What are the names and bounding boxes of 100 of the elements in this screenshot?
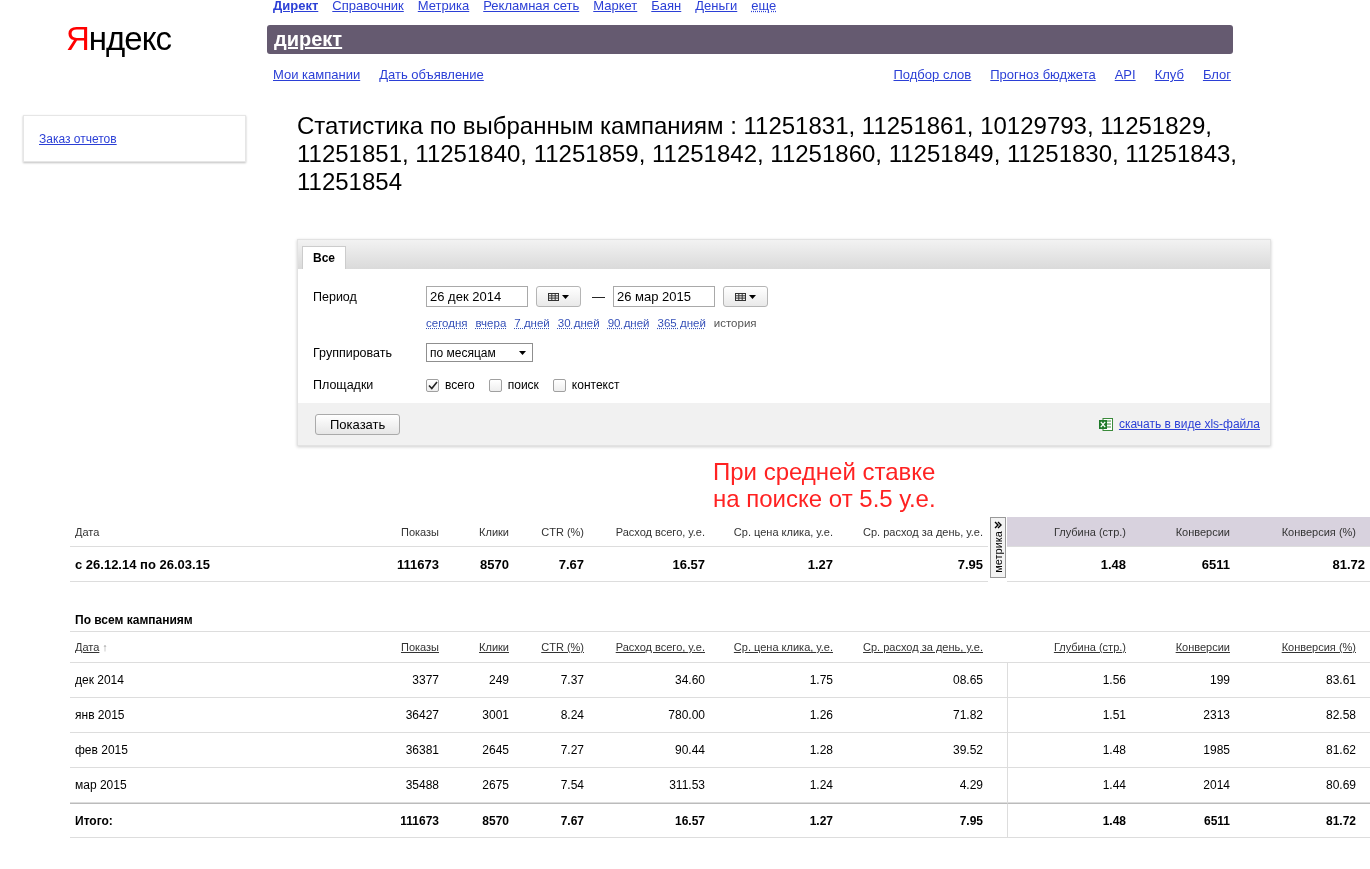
table-cell: фев 2015 <box>70 733 380 768</box>
table-cell: 1.48 <box>1007 733 1131 768</box>
table-cell: 35488 <box>380 768 444 803</box>
table-cell: 2675 <box>444 768 514 803</box>
column-header: Расход всего, у.е. <box>589 517 710 547</box>
column-header-link[interactable]: Клики <box>479 641 509 653</box>
period-link[interactable]: 365 дней <box>657 316 706 330</box>
nav-link[interactable]: Справочник <box>332 0 404 11</box>
section-title: По всем кампаниям <box>74 612 193 628</box>
table-cell: дек 2014 <box>70 663 380 698</box>
period-label: история <box>713 316 757 330</box>
logo[interactable]: Яндекс <box>0 0 267 83</box>
caret-icon <box>749 294 756 299</box>
menu-link[interactable]: Дать объявление <box>379 67 484 83</box>
column-header: Дата <box>70 517 380 547</box>
annotation-text: При средней ставке на поиске от 5.5 у.е. <box>713 458 936 512</box>
menu-link[interactable]: Прогноз бюджета <box>990 67 1096 83</box>
table-cell: 81.72 <box>1235 547 1370 582</box>
table-cell: 80.69 <box>1235 768 1370 803</box>
table-cell: 82.58 <box>1235 698 1370 733</box>
table-cell: 36427 <box>380 698 444 733</box>
nav-link[interactable]: Баян <box>651 0 682 11</box>
nav-link[interactable]: Рекламная сеть <box>483 0 580 11</box>
table-cell: Итого: <box>70 803 380 838</box>
menu-link[interactable]: API <box>1114 67 1136 83</box>
column-header-link[interactable]: Глубина (стр.) <box>1053 641 1126 653</box>
column-header: Глубина (стр.) <box>1007 517 1131 547</box>
nav-link[interactable]: Деньги <box>695 0 738 11</box>
table-cell: 71.82 <box>838 698 1007 733</box>
table-cell: 1.24 <box>710 768 838 803</box>
menu-link[interactable]: Подбор слов <box>893 67 972 83</box>
checkbox[interactable] <box>552 378 566 392</box>
tab[interactable]: Все <box>302 246 346 269</box>
column-header: Конверсии <box>1131 517 1235 547</box>
date-input-field[interactable]: 26 дек 2014 <box>426 286 528 307</box>
period-link[interactable]: 7 дней <box>514 316 550 330</box>
table-cell: 2014 <box>1131 768 1235 803</box>
column-header-link[interactable]: Ср. цена клика, у.е. <box>733 641 833 653</box>
sort-arrow-icon: ↑ <box>102 641 108 653</box>
column-header-link[interactable]: Ср. расход за день, у.е. <box>863 641 983 653</box>
column-header: CTR (%) <box>514 517 589 547</box>
table-cell: 81.62 <box>1235 733 1370 768</box>
table-cell: 1.26 <box>710 698 838 733</box>
range-dash: — <box>592 289 605 304</box>
period-link[interactable]: 90 дней <box>607 316 650 330</box>
column-header-link[interactable]: Дата <box>75 641 100 653</box>
calendar-button[interactable] <box>536 286 581 307</box>
table-cell: 311.53 <box>589 768 710 803</box>
period-link[interactable]: сегодня <box>426 316 468 330</box>
checkbox[interactable] <box>426 378 439 392</box>
field-label: Площадки <box>313 378 375 392</box>
column-header-link[interactable]: CTR (%) <box>541 641 584 653</box>
table-cell: 81.72 <box>1235 803 1370 838</box>
metrika-toggle-button[interactable]: метрика <box>990 517 1006 578</box>
table-cell: 111673 <box>380 547 444 582</box>
calendar-icon <box>735 292 746 301</box>
table-cell: 1.48 <box>1007 547 1131 582</box>
column-header-link[interactable]: Расход всего, у.е. <box>615 641 705 653</box>
field-label: Группировать <box>313 345 393 360</box>
calendar-button[interactable] <box>723 286 768 307</box>
table-cell: 8570 <box>444 547 514 582</box>
table-cell: 3001 <box>444 698 514 733</box>
menu-link[interactable]: Клуб <box>1154 67 1184 83</box>
table-cell: 1.48 <box>1007 803 1131 838</box>
show-button[interactable]: Показать <box>315 413 401 435</box>
table-cell: 90.44 <box>589 733 710 768</box>
table-cell: 2313 <box>1131 698 1235 733</box>
download-link[interactable]: скачать в виде xls-файла <box>1118 417 1260 431</box>
table-cell: 8.24 <box>514 698 589 733</box>
nav-link[interactable]: Директ <box>273 0 319 11</box>
nav-link[interactable]: Маркет <box>593 0 638 11</box>
table-cell: 7.95 <box>838 547 988 582</box>
table-cell: 2645 <box>444 733 514 768</box>
service-title-link[interactable]: директ <box>274 28 343 51</box>
table-cell: 780.00 <box>589 698 710 733</box>
double-chevron-icon <box>994 521 1002 529</box>
menu-link[interactable]: Блог <box>1202 67 1231 83</box>
table-cell: 8570 <box>444 803 514 838</box>
table-cell: 16.57 <box>589 803 710 838</box>
table-cell: с 26.12.14 по 26.03.15 <box>70 547 380 582</box>
nav-link[interactable]: Метрика <box>417 0 470 11</box>
checkbox[interactable] <box>488 378 502 392</box>
column-header: Клики <box>444 517 514 547</box>
sidebar-link[interactable]: Заказ отчетов <box>39 132 117 146</box>
nav-link[interactable]: еще <box>751 0 777 11</box>
caret-icon <box>562 294 569 299</box>
table-cell: 1.44 <box>1007 768 1131 803</box>
table-cell: 7.27 <box>514 733 589 768</box>
period-link[interactable]: вчера <box>475 316 507 330</box>
table-cell: 83.61 <box>1235 663 1370 698</box>
column-header-link[interactable]: Конверсия (%) <box>1281 641 1356 653</box>
table-cell: 39.52 <box>838 733 1007 768</box>
field-label: Период <box>313 289 358 304</box>
menu-link[interactable]: Мои кампании <box>273 67 361 83</box>
period-link[interactable]: 30 дней <box>557 316 600 330</box>
table-cell: 16.57 <box>589 547 710 582</box>
date-input-field[interactable]: 26 мар 2015 <box>613 286 715 307</box>
checkbox-label: поиск <box>507 378 539 392</box>
column-header-link[interactable]: Показы <box>400 641 439 653</box>
grouping-dropdown[interactable]: по месяцам <box>426 343 533 362</box>
